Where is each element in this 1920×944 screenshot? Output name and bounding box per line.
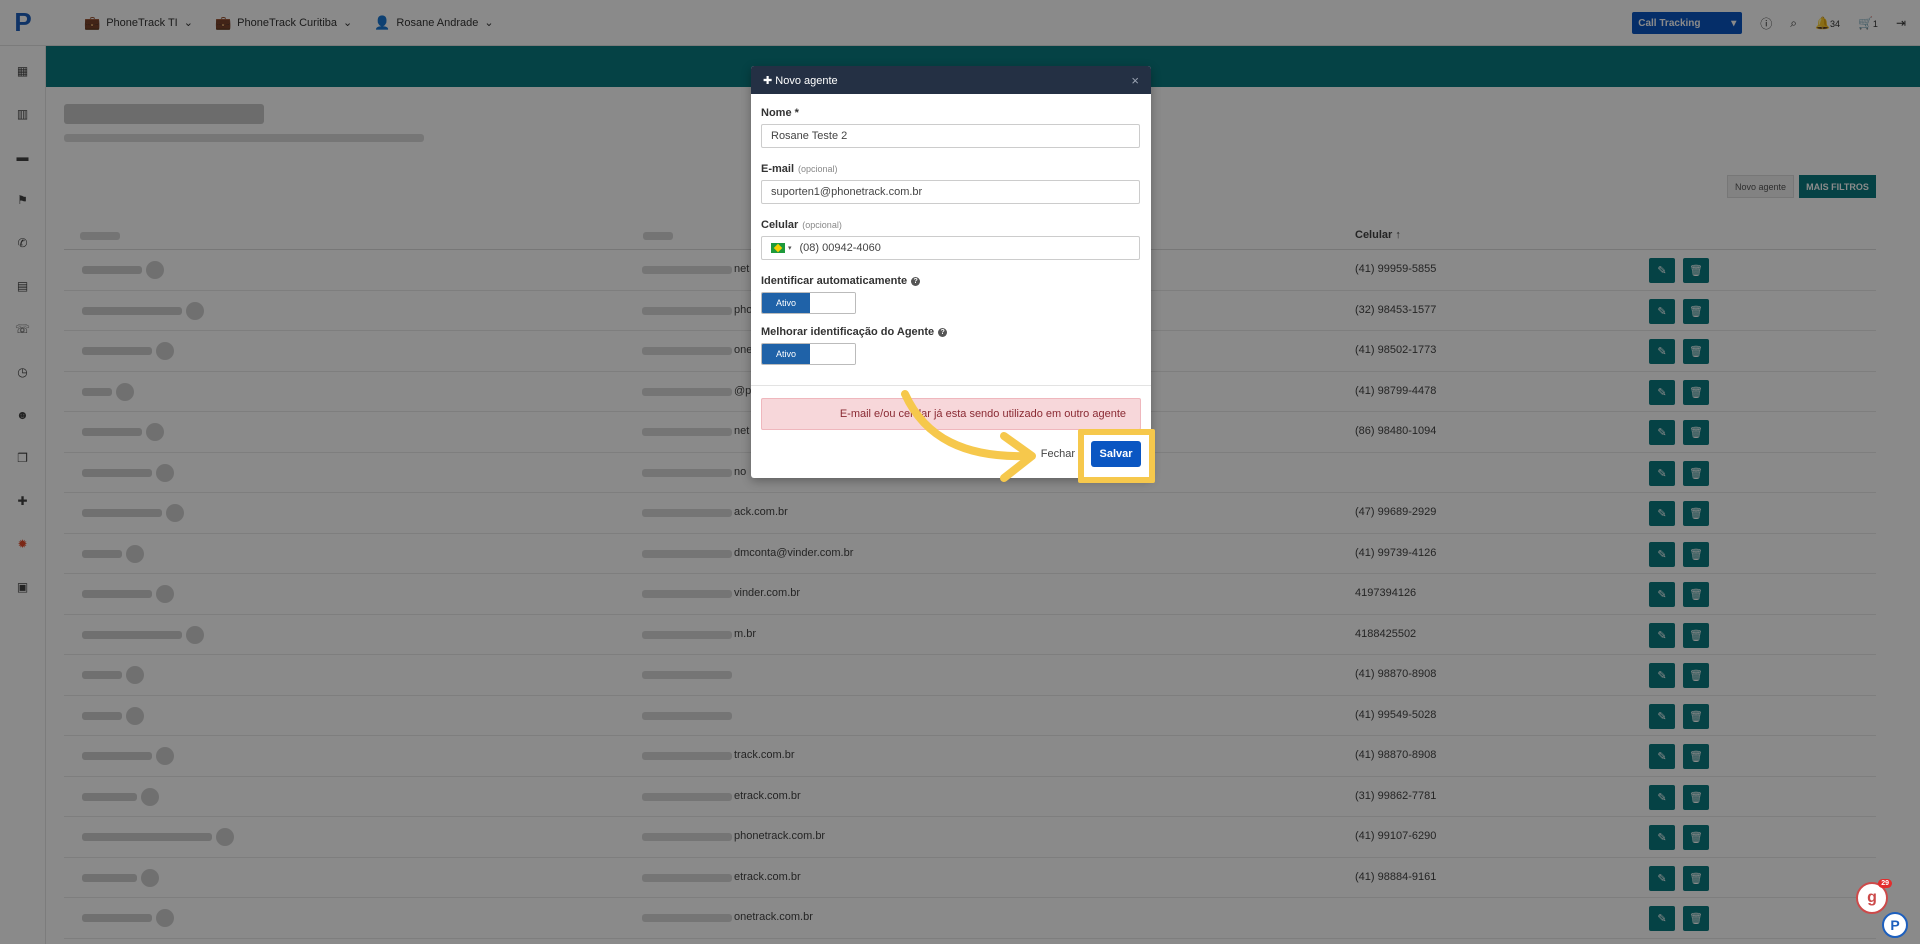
brand-widget-button[interactable]: P (1882, 912, 1908, 938)
chat-badge: 29 (1878, 879, 1892, 888)
chat-letter: g (1867, 889, 1877, 906)
tutorial-arrow (901, 390, 1036, 482)
chat-widget-button[interactable]: g 29 (1856, 879, 1892, 914)
